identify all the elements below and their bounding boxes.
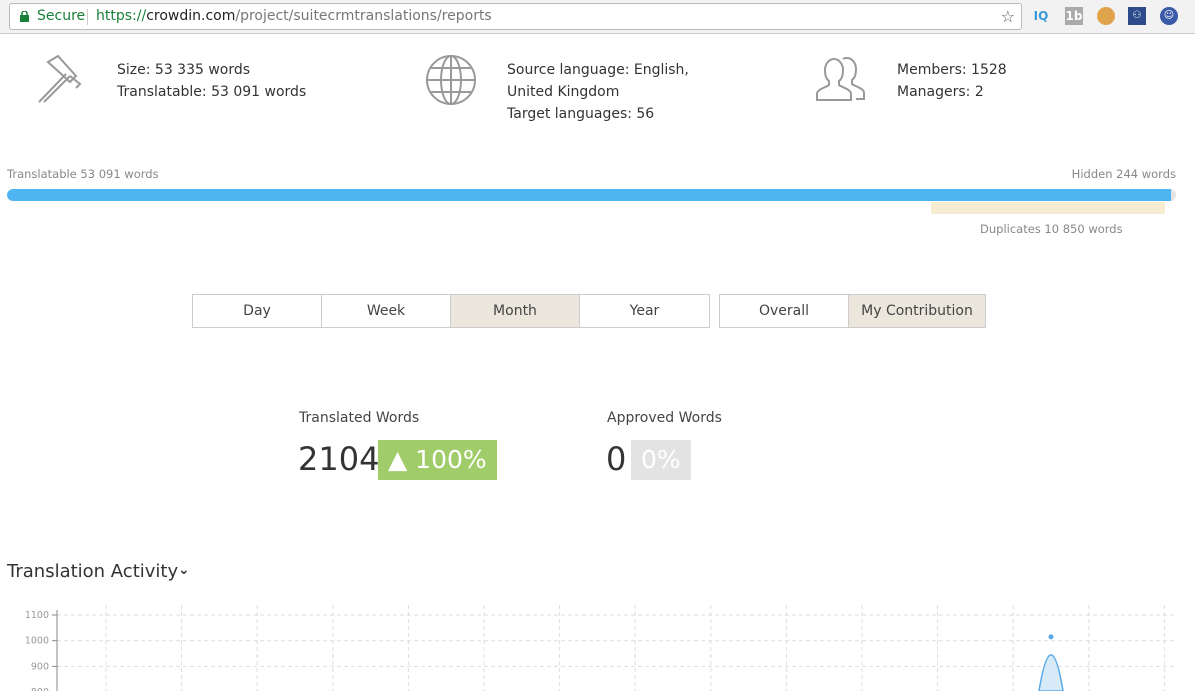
- members-icon: [816, 56, 865, 101]
- y-tick-label: 1000: [25, 636, 49, 647]
- group-extension-icon[interactable]: ⚇: [1128, 7, 1146, 25]
- progress-fill: [7, 189, 1171, 201]
- divider: [87, 9, 88, 25]
- address-bar[interactable]: Secure https://crowdin.com/project/suite…: [9, 3, 1022, 30]
- tab-day[interactable]: Day: [193, 295, 322, 327]
- translated-words-label: Translated Words: [299, 410, 420, 426]
- tab-month[interactable]: Month: [451, 295, 580, 327]
- tab-year[interactable]: Year: [580, 295, 709, 327]
- translation-activity-title: Translation Activity: [7, 561, 179, 582]
- scope-selector: Overall My Contribution: [719, 294, 986, 328]
- cookie-extension-icon[interactable]: [1097, 7, 1115, 25]
- tab-overall[interactable]: Overall: [720, 295, 849, 327]
- period-selector: Day Week Month Year: [192, 294, 710, 328]
- members-text: Members: 1528: [897, 62, 1007, 78]
- series-area: [1038, 654, 1064, 691]
- translated-words-value: 2104: [298, 440, 380, 478]
- y-tick-label: 800: [31, 687, 49, 691]
- source-language-text: Source language: English, United Kingdom: [507, 62, 689, 100]
- approved-change-badge: 0%: [631, 440, 691, 480]
- iq-extension-icon[interactable]: IQ: [1032, 7, 1050, 25]
- caliper-icon: [38, 54, 82, 103]
- tab-my-contribution[interactable]: My Contribution: [849, 295, 985, 327]
- url-path: /project/suitecrmtranslations/reports: [235, 8, 492, 24]
- browser-toolbar: Secure https://crowdin.com/project/suite…: [0, 0, 1195, 34]
- bookmark-star-icon[interactable]: ☆: [1001, 4, 1015, 29]
- approved-words-label: Approved Words: [607, 410, 722, 426]
- chevron-down-icon[interactable]: ⌄: [178, 562, 190, 578]
- data-point-peak: [1048, 634, 1054, 640]
- language-info: Source language: English, United Kingdom…: [507, 59, 737, 125]
- size-text: Size: 53 335 words: [117, 62, 251, 78]
- duplicates-bar: [931, 202, 1165, 214]
- secure-label: Secure: [37, 8, 86, 24]
- duplicates-label: Duplicates 10 850 words: [980, 222, 1123, 236]
- approved-words-value: 0: [606, 440, 627, 478]
- translated-change-badge: ▲ 100%: [378, 440, 497, 480]
- avatar-extension-icon[interactable]: ☺: [1160, 7, 1178, 25]
- translatable-progress-bar: [7, 189, 1176, 201]
- members-info: Members: 1528 Managers: 2: [897, 59, 1007, 103]
- translatable-text: Translatable: 53 091 words: [117, 84, 307, 100]
- project-size: Size: 53 335 words Translatable: 53 091 w…: [117, 59, 306, 103]
- 1b-extension-icon[interactable]: 1b: [1065, 7, 1083, 25]
- tab-week[interactable]: Week: [322, 295, 451, 327]
- url-host: crowdin.com: [146, 8, 236, 24]
- url-text[interactable]: https://crowdin.com/project/suitecrmtran…: [96, 4, 492, 29]
- activity-chart: 800 900 1000 1100: [25, 605, 1177, 691]
- translatable-label: Translatable 53 091 words: [7, 167, 159, 181]
- managers-text: Managers: 2: [897, 84, 984, 100]
- y-tick-label: 1100: [25, 610, 49, 621]
- lock-icon: [20, 11, 29, 22]
- y-tick-label: 900: [31, 661, 49, 672]
- globe-icon: [426, 55, 476, 105]
- hidden-label: Hidden 244 words: [1071, 167, 1176, 181]
- url-scheme: https://: [96, 8, 147, 24]
- target-languages-text: Target languages: 56: [507, 106, 655, 122]
